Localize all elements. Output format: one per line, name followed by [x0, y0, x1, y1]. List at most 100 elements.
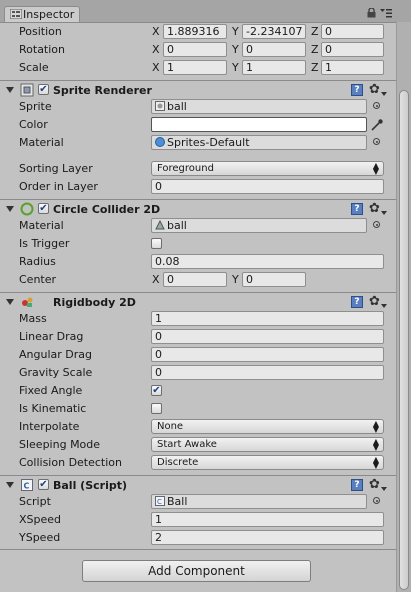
interpolate-row: Interpolate None ▲ ▼ [0, 418, 396, 436]
object-picker-icon[interactable] [373, 138, 380, 145]
foldout-arrow-icon[interactable] [6, 482, 14, 488]
sorting-layer-value: Foreground [157, 163, 214, 174]
add-component-button[interactable]: Add Component [82, 560, 311, 582]
radius-field[interactable]: 0.08 [151, 254, 384, 269]
gravity-scale-field[interactable]: 0 [151, 365, 384, 380]
gear-icon[interactable]: ✿ [369, 294, 387, 309]
scale-z-field[interactable]: 1 [321, 60, 384, 75]
material-label: Material [19, 136, 64, 149]
axis-z-label: Z [311, 61, 319, 74]
dropdown-arrows-icon: ▲ ▼ [372, 455, 379, 470]
help-book-icon[interactable]: ? [351, 479, 363, 491]
yspeed-label: YSpeed [19, 531, 61, 544]
xspeed-field[interactable]: 1 [151, 512, 384, 527]
scrollbar-thumb[interactable] [399, 90, 409, 590]
order-in-layer-field[interactable]: 0 [151, 179, 384, 194]
ball-script-enabled-checkbox[interactable]: ✔ [38, 479, 49, 490]
help-book-icon[interactable]: ? [351, 296, 363, 308]
physics-material-icon [155, 220, 165, 230]
component-title: Sprite Renderer [53, 84, 152, 97]
interpolate-label: Interpolate [19, 420, 80, 433]
rigidbody-icon [22, 297, 33, 307]
mass-field[interactable]: 1 [151, 311, 384, 326]
lock-icon[interactable] [367, 8, 376, 18]
rotation-z-field[interactable]: 0 [321, 42, 384, 57]
interpolate-value: None [157, 421, 184, 432]
axis-y-label: Y [232, 43, 239, 56]
sprite-field[interactable]: ball [151, 99, 367, 114]
dropdown-arrows-icon: ▲ ▼ [372, 161, 379, 176]
rotation-x-field[interactable]: 0 [163, 42, 227, 57]
object-picker-icon[interactable] [373, 221, 380, 228]
foldout-arrow-icon[interactable] [6, 87, 14, 93]
rotation-label: Rotation [19, 43, 66, 56]
sorting-layer-row: Sorting Layer Foreground ▲ ▼ [0, 160, 396, 178]
sleeping-mode-label: Sleeping Mode [19, 438, 101, 451]
axis-y-label: Y [232, 25, 239, 38]
scale-y-field[interactable]: 1 [242, 60, 306, 75]
is-kinematic-label: Is Kinematic [19, 402, 87, 415]
gear-icon[interactable]: ✿ [369, 477, 387, 492]
object-picker-icon[interactable] [373, 102, 380, 109]
rotation-y-field[interactable]: 0 [242, 42, 306, 57]
eyedropper-icon[interactable] [370, 118, 384, 132]
scale-x-field[interactable]: 1 [163, 60, 227, 75]
sprite-label: Sprite [19, 100, 52, 113]
color-row: Color [0, 116, 396, 134]
collision-detection-value: Discrete [157, 457, 199, 468]
linear-drag-field[interactable]: 0 [151, 329, 384, 344]
scrollbar[interactable] [396, 22, 411, 592]
order-in-layer-row: Order in Layer 0 [0, 178, 396, 196]
svg-text:C: C [24, 482, 30, 491]
collider-material-value: ball [167, 219, 187, 232]
center-label: Center [19, 273, 57, 286]
foldout-arrow-icon[interactable] [6, 206, 14, 212]
sprite-material-field[interactable]: Sprites-Default [151, 135, 367, 150]
circle-collider-enabled-checkbox[interactable]: ✔ [38, 203, 49, 214]
inspector-content: Position X 1.889316 Y -2.234107 Z 0 Rota… [0, 22, 396, 592]
order-in-layer-label: Order in Layer [19, 180, 98, 193]
sprite-renderer-icon [20, 83, 34, 97]
fixed-angle-checkbox[interactable]: ✔ [151, 385, 162, 396]
help-book-icon[interactable]: ? [351, 203, 363, 215]
color-swatch[interactable] [151, 117, 367, 132]
is-trigger-checkbox[interactable] [151, 238, 162, 249]
radius-label: Radius [19, 255, 56, 268]
inspector-icon [10, 9, 22, 19]
yspeed-row: YSpeed 2 [0, 529, 396, 547]
script-field[interactable]: C Ball [151, 494, 367, 509]
collider-material-field[interactable]: ball [151, 218, 367, 233]
foldout-arrow-icon[interactable] [6, 299, 14, 305]
axis-x-label: X [152, 61, 160, 74]
angular-drag-field[interactable]: 0 [151, 347, 384, 362]
position-x-field[interactable]: 1.889316 [163, 24, 227, 39]
tab-inspector[interactable]: Inspector [4, 6, 80, 22]
center-x-field[interactable]: 0 [163, 272, 227, 287]
sleeping-mode-dropdown[interactable]: Start Awake ▲ ▼ [151, 437, 384, 452]
context-menu-icon[interactable] [380, 9, 392, 18]
sorting-layer-dropdown[interactable]: Foreground ▲ ▼ [151, 161, 384, 176]
tab-label: Inspector [23, 8, 75, 21]
interpolate-dropdown[interactable]: None ▲ ▼ [151, 419, 384, 434]
rotation-row: Rotation X 0 Y 0 Z 0 [0, 41, 396, 59]
center-y-field[interactable]: 0 [242, 272, 306, 287]
position-y-field[interactable]: -2.234107 [242, 24, 306, 39]
gear-icon[interactable]: ✿ [369, 201, 387, 216]
collision-detection-dropdown[interactable]: Discrete ▲ ▼ [151, 455, 384, 470]
is-kinematic-checkbox[interactable] [151, 403, 162, 414]
gear-icon[interactable]: ✿ [369, 82, 387, 97]
axis-y-label: Y [232, 273, 239, 286]
position-row: Position X 1.889316 Y -2.234107 Z 0 [0, 23, 396, 41]
color-label: Color [19, 118, 48, 131]
sprite-renderer-enabled-checkbox[interactable]: ✔ [38, 84, 49, 95]
help-book-icon[interactable]: ? [351, 84, 363, 96]
svg-text:C: C [157, 498, 162, 506]
yspeed-field[interactable]: 2 [151, 530, 384, 545]
position-z-field[interactable]: 0 [321, 24, 384, 39]
angular-drag-label: Angular Drag [19, 348, 92, 361]
xspeed-label: XSpeed [19, 513, 62, 526]
axis-y-label: Y [232, 61, 239, 74]
sprite-asset-icon [155, 101, 165, 111]
fixed-angle-row: Fixed Angle ✔ [0, 382, 396, 400]
object-picker-icon[interactable] [373, 497, 380, 504]
